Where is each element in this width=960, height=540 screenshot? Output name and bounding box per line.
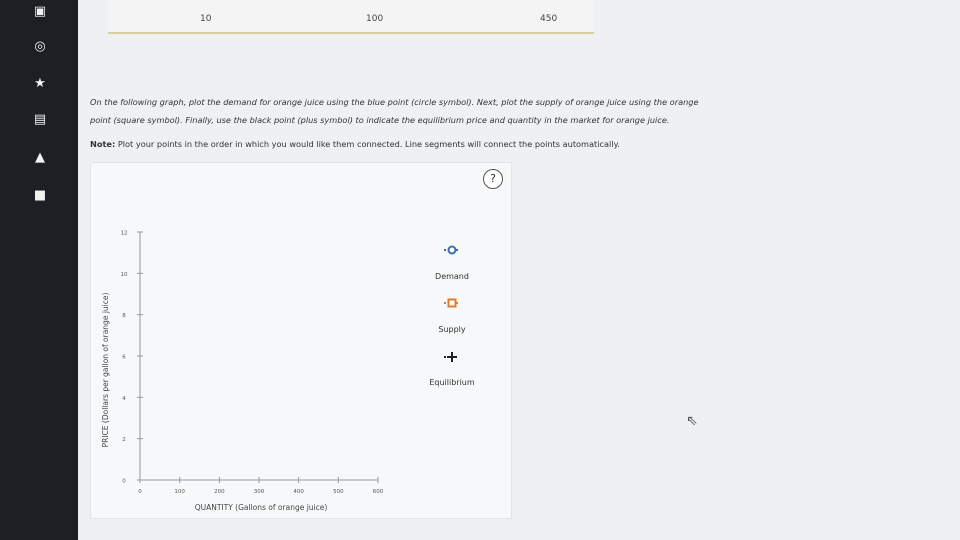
table-cell: 450: [540, 14, 558, 24]
main-content: 10 100 450 On the following graph, plot …: [78, 0, 960, 540]
briefcase-icon[interactable]: ■: [30, 186, 50, 206]
table-cell: 100: [366, 14, 384, 24]
help-button[interactable]: ?: [483, 169, 503, 189]
instruction-line-2: point (square symbol). Finally, use the …: [90, 115, 670, 125]
book-icon[interactable]: ▤: [30, 110, 50, 130]
graduation-cap-icon[interactable]: ▲: [30, 148, 50, 168]
note-label: Note:: [90, 139, 116, 149]
data-table: 10 100 450: [108, 0, 594, 34]
notebook-icon[interactable]: ▣: [30, 2, 50, 22]
sidebar: ▣ ◎ ★ ▤ ▲ ■: [0, 0, 78, 540]
compass-icon[interactable]: ◎: [30, 37, 50, 57]
graph-panel[interactable]: [90, 162, 512, 519]
pointer-cursor-icon: ⇖: [686, 413, 698, 429]
note: Note: Plot your points in the order in w…: [90, 139, 620, 149]
table-cell: 10: [200, 14, 212, 24]
note-text: Plot your points in the order in which y…: [115, 139, 620, 149]
instructions: On the following graph, plot the demand …: [90, 93, 790, 129]
instruction-line-1: On the following graph, plot the demand …: [90, 97, 699, 107]
star-icon[interactable]: ★: [30, 74, 50, 94]
